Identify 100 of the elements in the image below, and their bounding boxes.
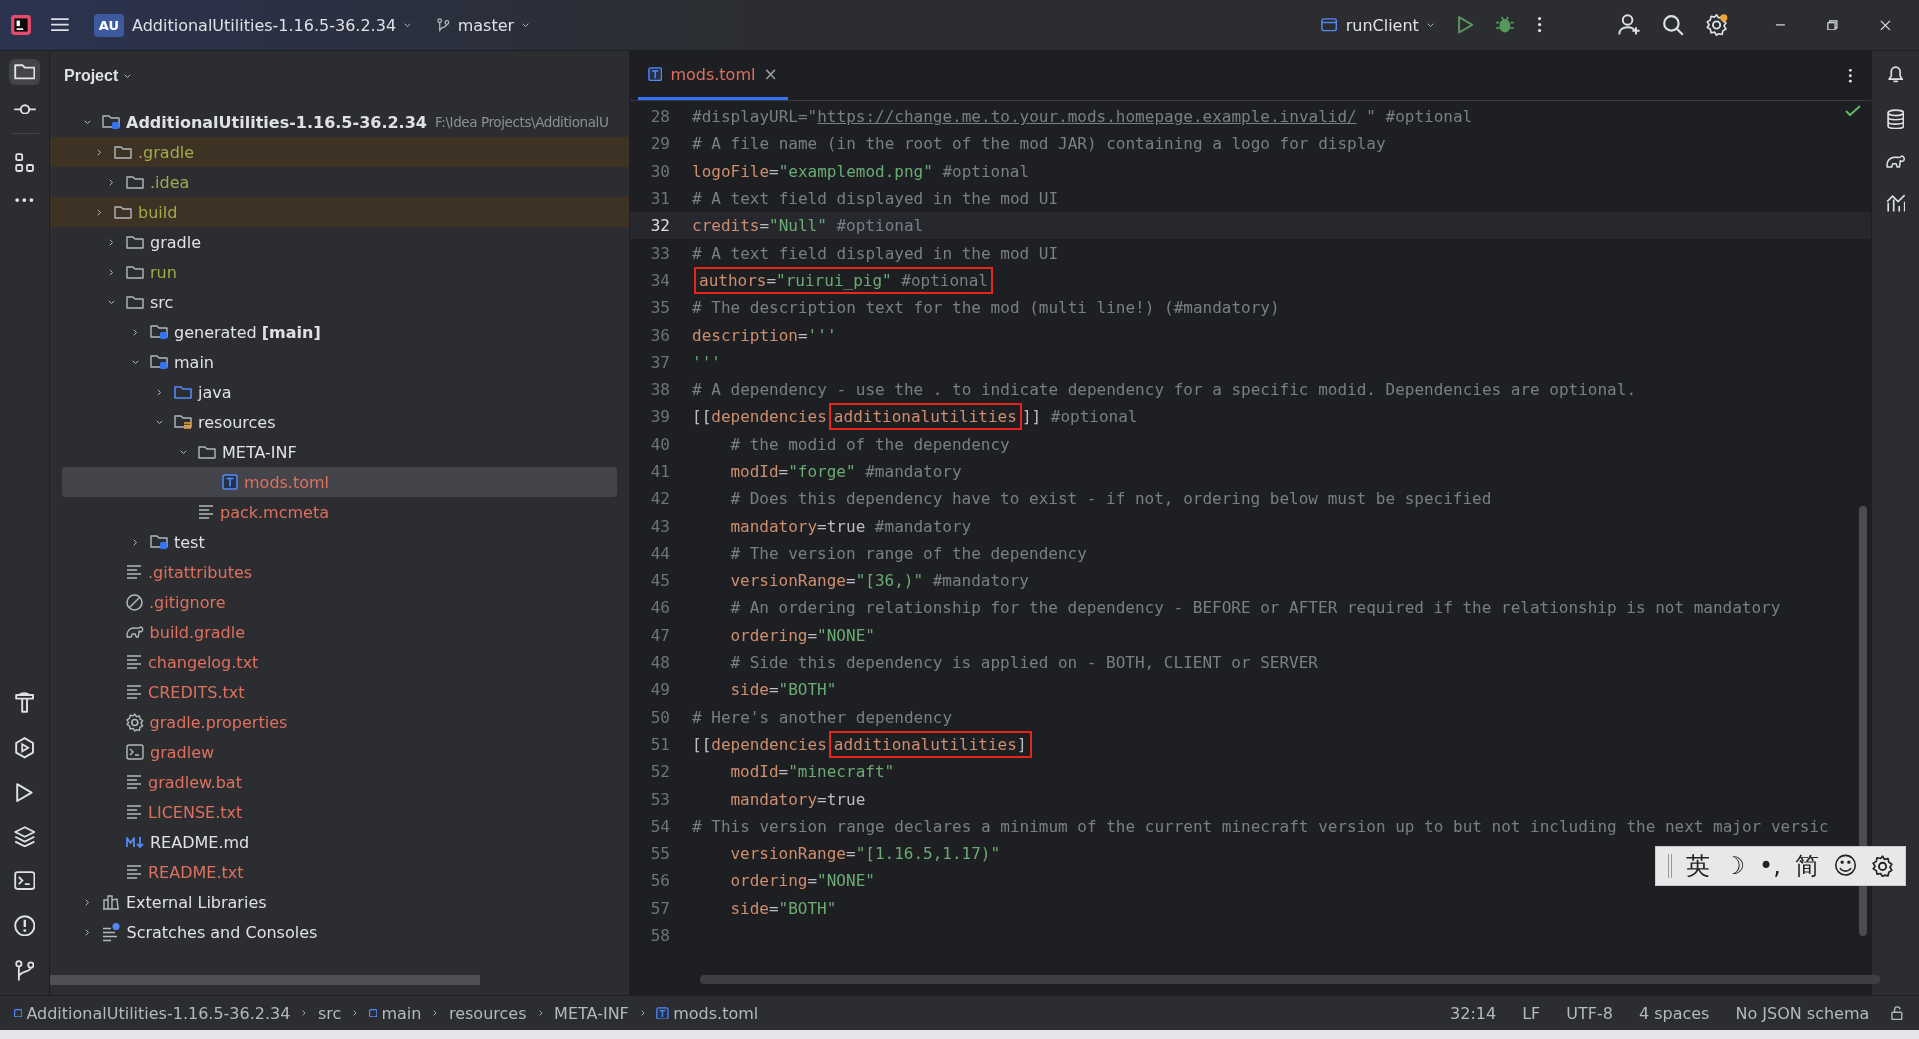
scrollbar-thumb[interactable] [50,975,480,985]
status-item[interactable]: 32:14 [1442,1003,1505,1023]
tree-item[interactable]: .gitattributes [62,557,617,587]
breadcrumb[interactable]: META-INF [552,1003,631,1023]
code-comment: # Does this dependency have to exist - if not, ordering below must be specified [730,489,1492,509]
chevron-right-icon[interactable] [108,178,114,186]
text-file-icon [126,775,142,789]
chevron-right-icon[interactable] [156,388,162,396]
chevron-down-icon[interactable] [155,419,163,425]
code-text: = [846,844,856,864]
circle-slash-icon [126,593,143,611]
code-comment: # A file name (in the root of the mod JAR) containing a logo for display [692,134,1386,154]
tree-item[interactable]: .gradle [50,137,629,167]
settings-icon [1706,13,1729,37]
chevron-right-icon[interactable] [108,268,114,276]
tree-item[interactable]: main [62,347,617,377]
run-config-selector[interactable]: runClient [1315,9,1440,41]
tree-item[interactable]: resources [62,407,617,437]
scrollbar-thumb[interactable] [1859,506,1867,936]
markdown-icon [126,836,144,848]
branch-selector[interactable]: master [431,9,536,41]
chevron-right-icon[interactable] [132,538,138,546]
code-comment: # A text field displayed in the mod UI [692,189,1059,209]
chevron-right-icon[interactable] [132,328,138,336]
tree-item[interactable]: CREDITS.txt [62,677,617,707]
ime-button[interactable]: 简 [1794,851,1819,881]
chevron-right-icon[interactable] [96,148,102,156]
gear-icon [126,712,144,732]
app-logo-icon[interactable] [10,14,32,36]
code-text: = [759,216,770,236]
ime-button[interactable]: ☺ [1832,851,1858,881]
tree-item[interactable]: generated [main] [62,317,617,347]
scrollbar-thumb[interactable] [700,975,1880,984]
line-number: 29 [649,134,670,154]
line-number: 41 [649,462,670,481]
tree-item[interactable]: gradle.properties [62,707,617,737]
chevron-down-icon[interactable] [131,359,139,365]
caret-icon [1426,22,1434,28]
status-item[interactable]: UTF-8 [1558,1003,1621,1023]
project-tool-button[interactable] [8,59,41,85]
chevron-down-icon[interactable] [83,119,91,125]
code-key: side [730,680,769,700]
status-item[interactable]: 4 spaces [1630,1003,1718,1023]
tree-item[interactable]: build [50,197,629,227]
project-panel-title[interactable]: Project [64,67,132,85]
editor-tab[interactable]: mods.toml × [638,51,788,100]
tree-item[interactable]: External Libraries [62,887,617,917]
code-comment: # The description text for the mod (multi line!) (#mandatory) [692,298,1280,318]
breadcrumb[interactable]: resources [446,1003,529,1023]
tree-item[interactable]: changelog.txt [62,647,617,677]
line-number: 50 [649,707,670,727]
tree-item[interactable]: gradlew [62,737,617,767]
module-folder-icon [102,114,120,130]
ime-button[interactable]: •, [1759,851,1781,881]
status-item[interactable]: No JSON schema [1727,1003,1878,1023]
code-key: additionalutilities [833,734,1017,754]
project-path: F:\Idea Projects\AdditionalU [434,114,609,130]
tree-item[interactable]: README.txt [62,857,617,887]
settings-icon[interactable] [1871,854,1893,878]
item-name: External Libraries [126,892,267,912]
tree-item[interactable]: src [62,287,617,317]
problems-tool-icon [13,914,36,937]
breadcrumb[interactable]: src [316,1003,344,1023]
code-comment: #displayURL=" [692,107,818,127]
chevron-down-icon[interactable] [179,449,187,455]
tree-item[interactable]: .idea [62,167,617,197]
ime-button[interactable]: ☽ [1723,851,1746,881]
chevron-right-icon[interactable] [84,928,90,936]
code-link[interactable]: https://change.me.to.your.mods.homepage.example.invalid/ [817,107,1357,127]
breadcrumb[interactable]: main [367,1003,424,1023]
elephant-icon [126,626,144,638]
tree-item[interactable]: java [62,377,617,407]
chevron-right-icon[interactable] [96,208,102,216]
breadcrumb[interactable]: mods.toml [654,1003,761,1023]
tree-item[interactable]: pack.mcmeta [62,497,617,527]
text-file-icon [126,655,142,669]
tree-item[interactable]: gradle [62,227,617,257]
tree-item[interactable]: gradlew.bat [62,767,617,797]
tree-item[interactable]: test [62,527,617,557]
tree-item[interactable]: META-INF [62,437,617,467]
tree-item[interactable]: README.md [62,827,617,857]
ime-button[interactable]: 英 [1685,851,1710,881]
close-tab-button[interactable]: × [763,64,778,84]
project-selector[interactable]: AU AdditionalUtilities-1.16.5-36.2.34 [87,7,418,43]
tree-item[interactable]: Scratches and Consoles [62,917,617,947]
chevron-right-icon[interactable] [108,238,114,246]
chevron-right-icon[interactable] [84,898,90,906]
tree-item[interactable]: AdditionalUtilities-1.16.5-36.2.34 F:\Idea Projects\AdditionalU [62,107,629,137]
code-text: = [766,270,777,290]
tree-item[interactable]: run [62,257,617,287]
tree-item[interactable]: build.gradle [62,617,617,647]
caret-icon [404,22,412,28]
tree-item[interactable]: .gitignore [62,587,617,617]
status-item[interactable]: LF [1514,1003,1549,1023]
code-comment: # Side this dependency is applied on - BOTH, CLIENT or SERVER [730,653,1318,673]
line-number: 49 [649,680,670,700]
code-string: "NONE" [817,625,875,645]
chevron-down-icon[interactable] [107,299,115,305]
code-key: description [692,325,798,345]
tree-item[interactable]: LICENSE.txt [62,797,617,827]
